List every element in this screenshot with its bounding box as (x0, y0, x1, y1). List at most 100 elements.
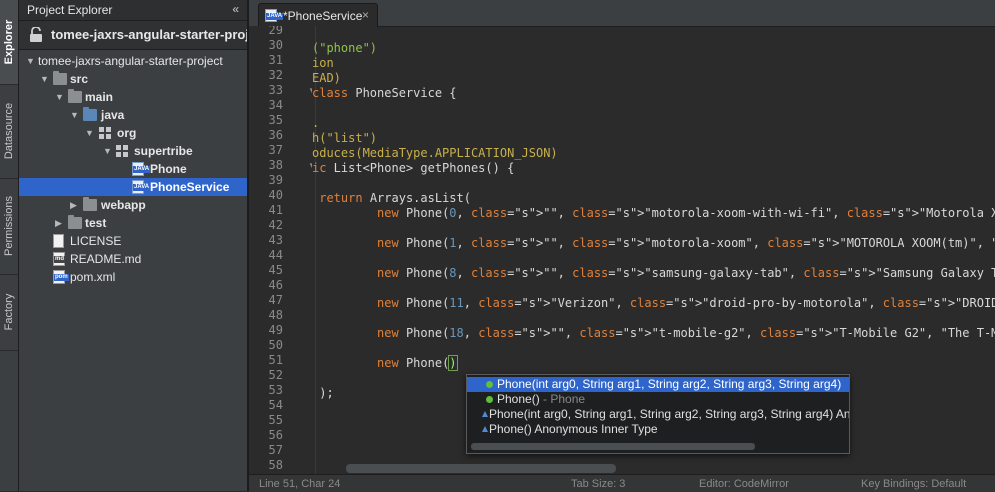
code-text: ); (312, 386, 334, 400)
autocomplete-item-text: Phone() (497, 392, 540, 406)
expanded-arrow-icon[interactable]: ▼ (55, 88, 65, 106)
tree-node-project-root[interactable]: ▼ tomee-jaxrs-angular-starter-project (19, 52, 247, 70)
tree-node-test[interactable]: ▶ test (19, 214, 247, 232)
anonymous-class-icon (482, 426, 488, 432)
tab-explorer[interactable]: Explorer (0, 0, 18, 85)
pom-file-icon: pom (53, 270, 69, 284)
line-number: 54 (268, 398, 283, 412)
line-number: 58 (268, 458, 283, 472)
tree-node-license[interactable]: LICENSE (19, 232, 247, 250)
tree-node-readme[interactable]: md README.md (19, 250, 247, 268)
tab-factory[interactable]: Factory (0, 274, 18, 351)
tree-node-webapp[interactable]: ▶ webapp (19, 196, 247, 214)
tree-node-java[interactable]: ▼ java (19, 106, 247, 124)
tree-node-label: tomee-jaxrs-angular-starter-project (38, 54, 223, 68)
tab-explorer-label: Explorer (3, 19, 15, 65)
code-text: class PhoneService { (312, 86, 457, 100)
explorer-title: Project Explorer (27, 3, 113, 17)
folder-icon (68, 215, 82, 229)
line-number: 41 (268, 203, 283, 217)
code-text: new Phone(18, class="s">"", class="s">"t… (377, 326, 995, 340)
tree-node-phone[interactable]: JAVA Phone (19, 160, 247, 178)
autocomplete-item-text: Phone(int arg0, String arg1, String arg2… (489, 407, 850, 421)
line-number: 52 (268, 368, 283, 382)
tab-datasource-label: Datasource (3, 102, 15, 160)
line-number: 49 (268, 323, 283, 337)
code-line: new Phone(18, class="s">"", class="s">"t… (312, 326, 995, 341)
tree-node-src[interactable]: ▼ src (19, 70, 247, 88)
status-bar: Line 51, Char 24 Tab Size: 3 Editor: Cod… (249, 474, 995, 492)
tab-permissions[interactable]: Permissions (0, 178, 18, 275)
autocomplete-item[interactable]: Phone(int arg0, String arg1, String arg2… (467, 377, 849, 392)
autocomplete-scrollbar[interactable] (471, 443, 755, 450)
code-line: . (312, 116, 319, 131)
tree-node-label: LICENSE (70, 234, 122, 248)
tree-node-main[interactable]: ▼ main (19, 88, 247, 106)
line-number: 29 (268, 26, 283, 37)
cursor-position: Line 51, Char 24 (259, 478, 341, 490)
expanded-arrow-icon[interactable]: ▼ (70, 106, 80, 124)
expanded-arrow-icon[interactable]: ▼ (40, 70, 50, 88)
line-number: 56 (268, 428, 283, 442)
code-text: ("phone") (312, 41, 378, 55)
line-number: 44 (268, 248, 283, 262)
tree-node-label: src (70, 72, 89, 86)
tree-node-label: pom.xml (70, 270, 116, 284)
tab-phoneservice[interactable]: JAVA *PhoneService × (258, 3, 378, 27)
collapsed-arrow-icon[interactable]: ▶ (55, 214, 65, 232)
code-text: new Phone(0, class="s">"", class="s">"mo… (377, 206, 995, 220)
editor-name: Editor: CodeMirror (699, 478, 789, 490)
line-number: 43 (268, 233, 283, 247)
expanded-arrow-icon[interactable]: ▼ (26, 52, 36, 70)
project-explorer-panel: Project Explorer « tomee-jaxrs-angular-s… (19, 0, 249, 491)
code-text: oduces(MediaType.APPLICATION_JSON) (312, 146, 558, 160)
code-text: EAD) (312, 71, 341, 85)
horizontal-scrollbar[interactable] (346, 464, 616, 473)
code-line: ion (312, 56, 334, 71)
tree-node-label: java (101, 108, 125, 122)
expanded-arrow-icon[interactable]: ▼ (103, 142, 113, 160)
tab-datasource[interactable]: Datasource (0, 84, 18, 179)
line-number: 33 (268, 83, 283, 97)
code-line: EAD) (312, 71, 341, 86)
tree-node-label: main (85, 90, 114, 104)
line-number: 31 (268, 53, 283, 67)
tree-node-supertribe[interactable]: ▼ supertribe (19, 142, 247, 160)
line-number-gutter: 29 30 31 32 33 ▼ 34 35 36 37 38 ▼ 39 40 41 42 43 44 45 46 47… (249, 26, 312, 474)
autocomplete-item-type: - Phone (539, 392, 586, 406)
tree-node-label: Phone (150, 162, 187, 176)
line-number: 55 (268, 413, 283, 427)
code-line: new Phone(11, class="s">"Verizon", class… (312, 296, 995, 311)
code-line: class PhoneService { (312, 86, 457, 101)
line-number: 50 (268, 338, 283, 352)
constructor-icon (486, 381, 493, 388)
java-file-icon: JAVA (132, 162, 151, 176)
editor-tab-bar: JAVA *PhoneService × (249, 0, 995, 27)
autocomplete-item[interactable]: Phone(int arg0, String arg1, String arg2… (467, 407, 849, 422)
line-number: 45 (268, 263, 283, 277)
line-number: 51 (268, 353, 283, 367)
autocomplete-item[interactable]: Phone() Anonymous Inner Type (467, 422, 849, 437)
tab-permissions-label: Permissions (3, 196, 15, 256)
code-editor: JAVA *PhoneService × 29 30 31 32 33 ▼ 34 35 36 37… (249, 0, 995, 491)
tree-node-phoneservice[interactable]: JAVA PhoneService (19, 178, 247, 196)
line-number: 39 (268, 173, 283, 187)
tree-node-pom[interactable]: pom pom.xml (19, 268, 247, 286)
collapsed-arrow-icon[interactable]: ▶ (70, 196, 80, 214)
expanded-arrow-icon[interactable]: ▼ (85, 124, 95, 142)
code-text: return Arrays.asList( (319, 191, 471, 205)
code-line: return Arrays.asList( (312, 191, 471, 206)
line-number: 46 (268, 278, 283, 292)
project-selector[interactable]: tomee-jaxrs-angular-starter-project (19, 21, 247, 50)
project-name: tomee-jaxrs-angular-starter-project (51, 27, 247, 42)
autocomplete-item[interactable]: Phone() - Phone (467, 392, 849, 407)
line-number: 30 (268, 38, 283, 52)
explorer-header: Project Explorer « (19, 0, 247, 21)
line-number: 37 (268, 143, 283, 157)
close-icon[interactable]: × (362, 8, 369, 22)
tab-size: Tab Size: 3 (571, 478, 626, 490)
collapse-panel-icon[interactable]: « (232, 2, 239, 16)
autocomplete-popup: Phone(int arg0, String arg1, String arg2… (466, 374, 850, 454)
code-line: ("phone") (312, 41, 377, 56)
tree-node-org[interactable]: ▼ org (19, 124, 247, 142)
